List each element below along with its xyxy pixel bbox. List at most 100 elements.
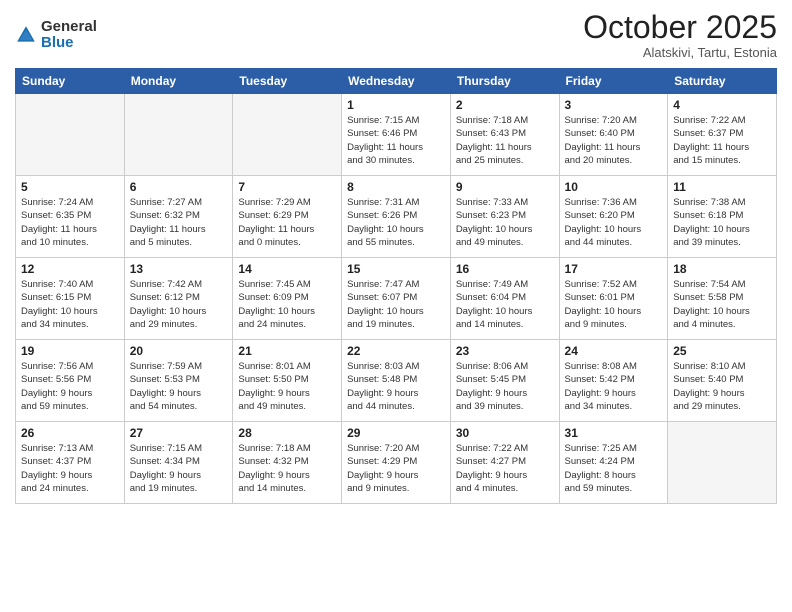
day-number: 8 xyxy=(347,180,445,194)
logo-blue-text: Blue xyxy=(41,35,97,52)
calendar-cell: 19Sunrise: 7:56 AMSunset: 5:56 PMDayligh… xyxy=(16,340,125,422)
day-number: 5 xyxy=(21,180,119,194)
day-info: Sunrise: 7:15 AMSunset: 6:46 PMDaylight:… xyxy=(347,114,445,167)
day-number: 27 xyxy=(130,426,228,440)
calendar-cell: 9Sunrise: 7:33 AMSunset: 6:23 PMDaylight… xyxy=(450,176,559,258)
calendar-cell: 11 Sunrise: 7:38 AMSunset: 6:18 PMDayligh… xyxy=(668,176,777,258)
day-number: 28 xyxy=(238,426,336,440)
day-info: Sunrise: 7:18 AMSunset: 4:32 PMDaylight:… xyxy=(238,442,336,495)
day-number: 10 xyxy=(565,180,663,194)
day-info: Sunrise: 8:01 AMSunset: 5:50 PMDaylight:… xyxy=(238,360,336,413)
logo-text: General Blue xyxy=(41,19,97,52)
calendar-header-monday: Monday xyxy=(124,69,233,94)
calendar-header-tuesday: Tuesday xyxy=(233,69,342,94)
day-info: Sunrise: 7:31 AMSunset: 6:26 PMDaylight:… xyxy=(347,196,445,249)
calendar-cell: 31 Sunrise: 7:25 AMSunset: 4:24 PMDayligh… xyxy=(559,422,668,504)
day-info: Sunrise: 7:36 AMSunset: 6:20 PMDaylight:… xyxy=(565,196,663,249)
day-number: 30 xyxy=(456,426,554,440)
day-number: 16 xyxy=(456,262,554,276)
calendar-cell: 14 Sunrise: 7:45 AMSunset: 6:09 PMDayligh… xyxy=(233,258,342,340)
calendar-cell: 13Sunrise: 7:42 AMSunset: 6:12 PMDayligh… xyxy=(124,258,233,340)
calendar-cell: 3Sunrise: 7:20 AMSunset: 6:40 PMDaylight… xyxy=(559,94,668,176)
day-number: 22 xyxy=(347,344,445,358)
day-number: 14 xyxy=(238,262,336,276)
calendar-cell: 26 Sunrise: 7:13 AMSunset: 4:37 PMDayligh… xyxy=(16,422,125,504)
day-info: Sunrise: 8:10 AMSunset: 5:40 PMDaylight:… xyxy=(673,360,771,413)
day-number: 19 xyxy=(21,344,119,358)
day-number: 18 xyxy=(673,262,771,276)
calendar-cell: 27 Sunrise: 7:15 AMSunset: 4:34 PMDayligh… xyxy=(124,422,233,504)
day-number: 4 xyxy=(673,98,771,112)
day-info: Sunrise: 7:22 AMSunset: 6:37 PMDaylight:… xyxy=(673,114,771,167)
day-number: 26 xyxy=(21,426,119,440)
calendar-cell: 4 Sunrise: 7:22 AMSunset: 6:37 PMDaylight… xyxy=(668,94,777,176)
calendar-cell xyxy=(668,422,777,504)
day-info: Sunrise: 7:22 AMSunset: 4:27 PMDaylight:… xyxy=(456,442,554,495)
calendar-cell xyxy=(233,94,342,176)
day-info: Sunrise: 7:15 AMSunset: 4:34 PMDaylight:… xyxy=(130,442,228,495)
calendar-cell: 29 Sunrise: 7:20 AMSunset: 4:29 PMDayligh… xyxy=(342,422,451,504)
page-container: General Blue October 2025 Alatskivi, Tar… xyxy=(0,0,792,612)
day-number: 23 xyxy=(456,344,554,358)
calendar-cell: 28 Sunrise: 7:18 AMSunset: 4:32 PMDayligh… xyxy=(233,422,342,504)
calendar-cell: 25 Sunrise: 8:10 AMSunset: 5:40 PMDayligh… xyxy=(668,340,777,422)
calendar-week-1: 1 Sunrise: 7:15 AMSunset: 6:46 PMDaylight… xyxy=(16,94,777,176)
day-info: Sunrise: 8:03 AMSunset: 5:48 PMDaylight:… xyxy=(347,360,445,413)
day-info: Sunrise: 7:59 AMSunset: 5:53 PMDaylight:… xyxy=(130,360,228,413)
calendar-cell: 5 Sunrise: 7:24 AMSunset: 6:35 PMDaylight… xyxy=(16,176,125,258)
day-info: Sunrise: 7:13 AMSunset: 4:37 PMDaylight:… xyxy=(21,442,119,495)
day-info: Sunrise: 7:25 AMSunset: 4:24 PMDaylight:… xyxy=(565,442,663,495)
calendar-table: SundayMondayTuesdayWednesdayThursdayFrid… xyxy=(15,68,777,504)
calendar-cell: 30 Sunrise: 7:22 AMSunset: 4:27 PMDayligh… xyxy=(450,422,559,504)
calendar-cell: 18 Sunrise: 7:54 AMSunset: 5:58 PMDayligh… xyxy=(668,258,777,340)
day-info: Sunrise: 8:06 AMSunset: 5:45 PMDaylight:… xyxy=(456,360,554,413)
header: General Blue October 2025 Alatskivi, Tar… xyxy=(15,10,777,60)
day-number: 29 xyxy=(347,426,445,440)
day-info: Sunrise: 8:08 AMSunset: 5:42 PMDaylight:… xyxy=(565,360,663,413)
day-number: 17 xyxy=(565,262,663,276)
day-info: Sunrise: 7:52 AMSunset: 6:01 PMDaylight:… xyxy=(565,278,663,331)
calendar-cell: 7Sunrise: 7:29 AMSunset: 6:29 PMDaylight… xyxy=(233,176,342,258)
logo-general-text: General xyxy=(41,19,97,36)
logo: General Blue xyxy=(15,19,97,52)
day-info: Sunrise: 7:49 AMSunset: 6:04 PMDaylight:… xyxy=(456,278,554,331)
logo-icon xyxy=(15,24,37,46)
day-info: Sunrise: 7:20 AMSunset: 4:29 PMDaylight:… xyxy=(347,442,445,495)
day-info: Sunrise: 7:42 AMSunset: 6:12 PMDaylight:… xyxy=(130,278,228,331)
day-info: Sunrise: 7:33 AMSunset: 6:23 PMDaylight:… xyxy=(456,196,554,249)
calendar-cell: 24Sunrise: 8:08 AMSunset: 5:42 PMDayligh… xyxy=(559,340,668,422)
day-info: Sunrise: 7:54 AMSunset: 5:58 PMDaylight:… xyxy=(673,278,771,331)
calendar-header-sunday: Sunday xyxy=(16,69,125,94)
location: Alatskivi, Tartu, Estonia xyxy=(583,45,777,60)
title-block: October 2025 Alatskivi, Tartu, Estonia xyxy=(583,10,777,60)
calendar-cell: 17 Sunrise: 7:52 AMSunset: 6:01 PMDayligh… xyxy=(559,258,668,340)
day-info: Sunrise: 7:20 AMSunset: 6:40 PMDaylight:… xyxy=(565,114,663,167)
calendar-week-4: 19Sunrise: 7:56 AMSunset: 5:56 PMDayligh… xyxy=(16,340,777,422)
calendar-header-friday: Friday xyxy=(559,69,668,94)
calendar-header-wednesday: Wednesday xyxy=(342,69,451,94)
calendar-cell xyxy=(16,94,125,176)
calendar-cell: 22 Sunrise: 8:03 AMSunset: 5:48 PMDayligh… xyxy=(342,340,451,422)
calendar-cell: 15Sunrise: 7:47 AMSunset: 6:07 PMDayligh… xyxy=(342,258,451,340)
day-number: 11 xyxy=(673,180,771,194)
calendar-header-thursday: Thursday xyxy=(450,69,559,94)
day-info: Sunrise: 7:38 AMSunset: 6:18 PMDaylight:… xyxy=(673,196,771,249)
day-info: Sunrise: 7:45 AMSunset: 6:09 PMDaylight:… xyxy=(238,278,336,331)
day-number: 25 xyxy=(673,344,771,358)
day-number: 1 xyxy=(347,98,445,112)
month-title: October 2025 xyxy=(583,10,777,45)
day-number: 2 xyxy=(456,98,554,112)
day-number: 7 xyxy=(238,180,336,194)
calendar-cell: 12Sunrise: 7:40 AMSunset: 6:15 PMDayligh… xyxy=(16,258,125,340)
day-number: 20 xyxy=(130,344,228,358)
calendar-cell: 1 Sunrise: 7:15 AMSunset: 6:46 PMDaylight… xyxy=(342,94,451,176)
day-number: 6 xyxy=(130,180,228,194)
calendar-week-5: 26 Sunrise: 7:13 AMSunset: 4:37 PMDayligh… xyxy=(16,422,777,504)
day-info: Sunrise: 7:24 AMSunset: 6:35 PMDaylight:… xyxy=(21,196,119,249)
calendar-cell: 10 Sunrise: 7:36 AMSunset: 6:20 PMDayligh… xyxy=(559,176,668,258)
calendar-header-row: SundayMondayTuesdayWednesdayThursdayFrid… xyxy=(16,69,777,94)
calendar-cell: 21Sunrise: 8:01 AMSunset: 5:50 PMDayligh… xyxy=(233,340,342,422)
day-number: 31 xyxy=(565,426,663,440)
day-info: Sunrise: 7:47 AMSunset: 6:07 PMDaylight:… xyxy=(347,278,445,331)
day-number: 12 xyxy=(21,262,119,276)
